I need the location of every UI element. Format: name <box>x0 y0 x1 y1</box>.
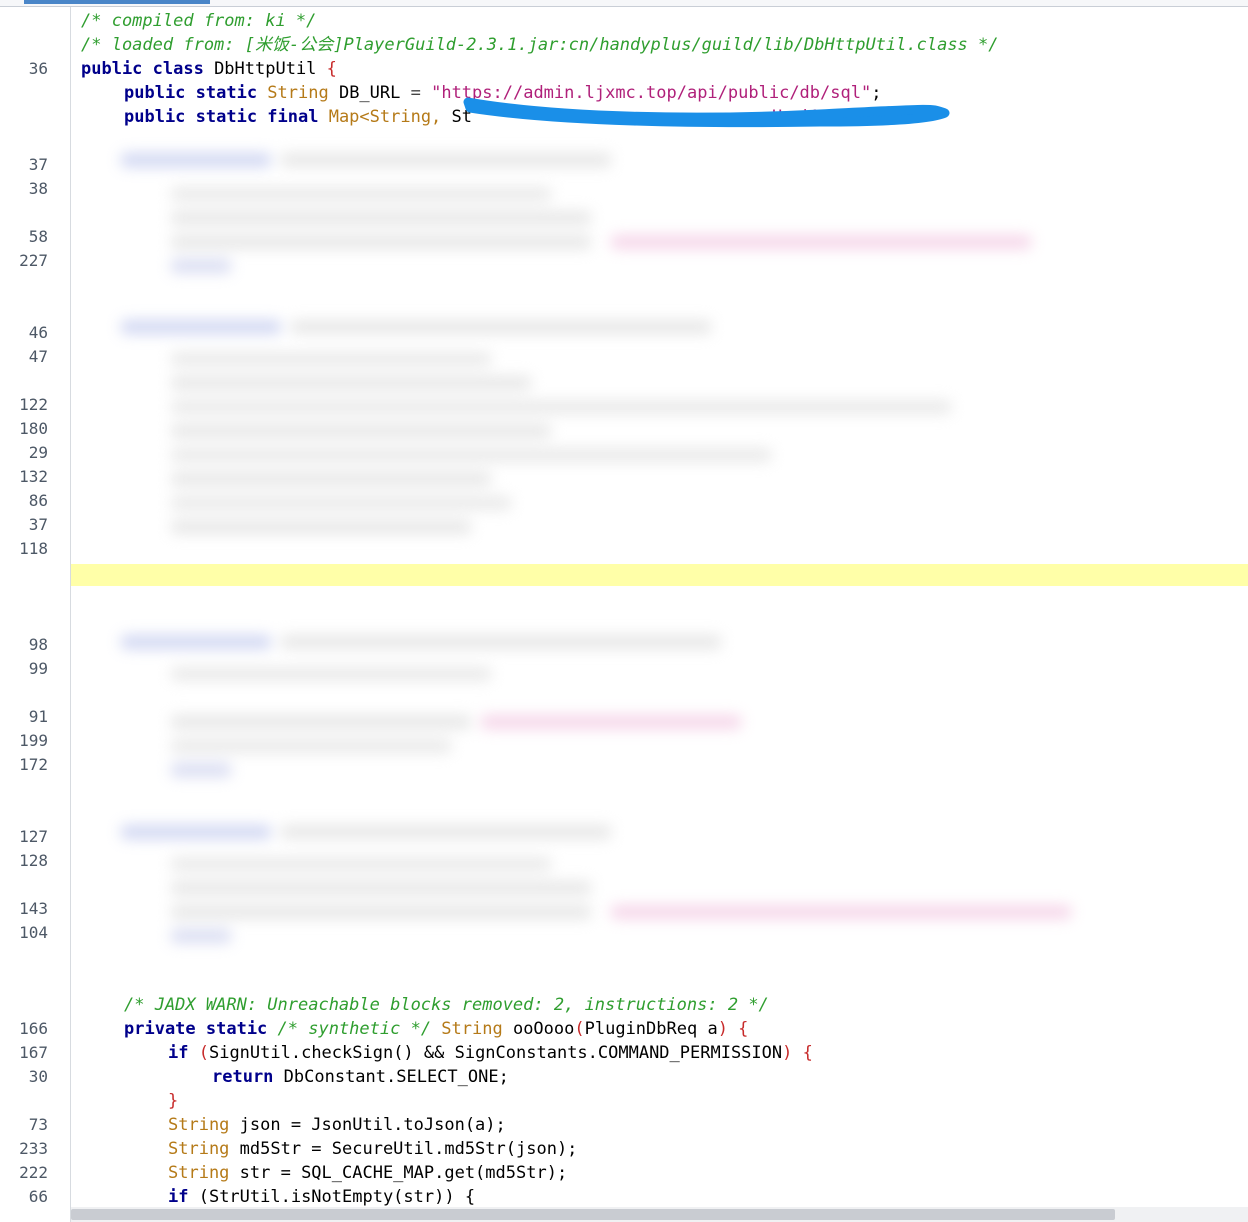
code-line: String md5Str = SecureUtil.md5Str(json); <box>168 1137 577 1161</box>
line-number: 30 <box>28 1067 48 1086</box>
blurred-code-block <box>111 817 1111 967</box>
blurred-code-block <box>111 627 1111 777</box>
type: String <box>168 1163 230 1183</box>
line-number: 46 <box>28 323 48 342</box>
code-text: SignUtil.checkSign() && SignConstants.CO… <box>208 1043 783 1063</box>
line-number: 91 <box>28 707 48 726</box>
code-line: private static /* synthetic */ String oo… <box>124 1017 748 1041</box>
keyword: private static <box>124 1019 268 1039</box>
redaction-scribble <box>463 97 950 128</box>
code-line: String str = SQL_CACHE_MAP.get(md5Str); <box>168 1161 567 1185</box>
paren: ( <box>574 1019 585 1039</box>
code-line: String json = JsonUtil.toJson(a); <box>168 1113 506 1137</box>
keyword: return <box>212 1067 274 1087</box>
line-number: 98 <box>28 635 48 654</box>
line-number: 222 <box>19 1163 48 1182</box>
blurred-code-block <box>111 312 1111 562</box>
keyword: if <box>168 1043 189 1063</box>
code-line: if (StrUtil.isNotEmpty(str)) { <box>168 1185 475 1209</box>
horizontal-scrollbar[interactable] <box>71 1207 1248 1222</box>
line-number: 166 <box>19 1019 48 1038</box>
line-number: 128 <box>19 851 48 870</box>
line-number: 122 <box>19 395 48 414</box>
line-number: 167 <box>19 1043 48 1062</box>
line-number: 127 <box>19 827 48 846</box>
code-line: if (SignUtil.checkSign() && SignConstant… <box>168 1041 813 1065</box>
type: String <box>168 1139 230 1159</box>
line-number: 29 <box>28 443 48 462</box>
line-number: 118 <box>19 539 48 558</box>
line-number: 37 <box>28 515 48 534</box>
line-number: 172 <box>19 755 48 774</box>
line-number: 58 <box>28 227 48 246</box>
parameter: PluginDbReq a <box>584 1019 718 1039</box>
line-number: 104 <box>19 923 48 942</box>
type: String <box>168 1115 230 1135</box>
type: String <box>431 1019 503 1039</box>
keyword: if <box>168 1187 189 1207</box>
line-number: 199 <box>19 731 48 750</box>
brace: } <box>168 1091 179 1111</box>
line-number: 143 <box>19 899 48 918</box>
comment: /* synthetic */ <box>267 1019 432 1039</box>
line-number: 73 <box>28 1115 48 1134</box>
line-number: 233 <box>19 1139 48 1158</box>
code-line: return DbConstant.SELECT_ONE; <box>212 1065 509 1089</box>
method-name: ooOooo <box>502 1019 575 1039</box>
paren: ) { <box>717 1019 749 1039</box>
code-text: str = SQL_CACHE_MAP.get(md5Str); <box>229 1163 568 1183</box>
scrollbar-thumb[interactable] <box>71 1209 1115 1220</box>
line-number: 132 <box>19 467 48 486</box>
line-number: 99 <box>28 659 48 678</box>
code-text: (StrUtil.isNotEmpty(str)) { <box>188 1187 476 1207</box>
paren: ( <box>188 1043 209 1063</box>
code-text: DbConstant.SELECT_ONE; <box>273 1067 509 1087</box>
code-line: } <box>168 1089 178 1113</box>
code-text: json = JsonUtil.toJson(a); <box>229 1115 506 1135</box>
line-number: 227 <box>19 251 48 270</box>
code-line: /* JADX WARN: Unreachable blocks removed… <box>124 993 769 1017</box>
line-number: 86 <box>28 491 48 510</box>
comment: /* JADX WARN: Unreachable blocks removed… <box>124 995 769 1015</box>
line-number: 66 <box>28 1187 48 1206</box>
line-number: 47 <box>28 347 48 366</box>
code-text: md5Str = SecureUtil.md5Str(json); <box>229 1139 578 1159</box>
line-number: 180 <box>19 419 48 438</box>
paren: ) { <box>782 1043 813 1063</box>
